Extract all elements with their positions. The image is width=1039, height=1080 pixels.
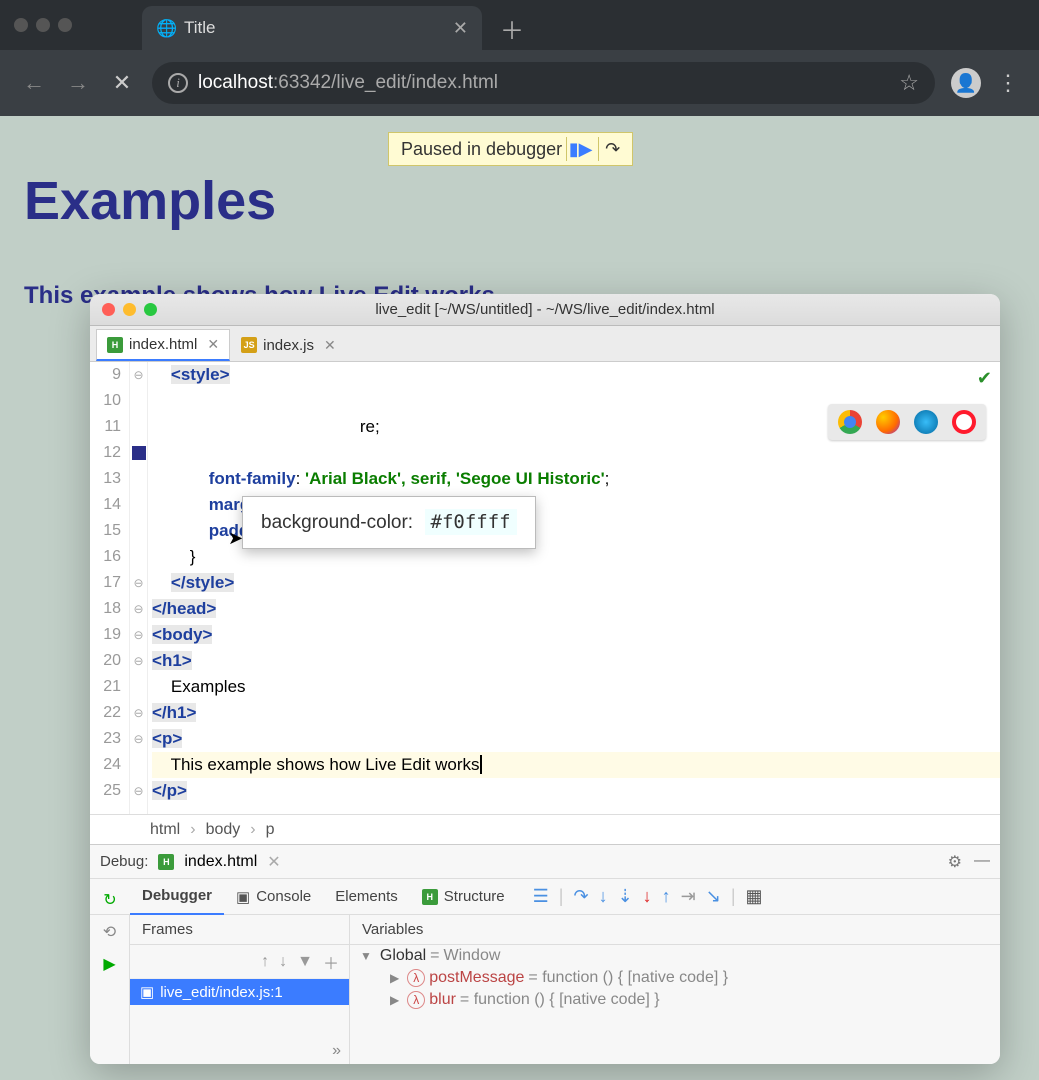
debug-tab-console[interactable]: ▣Console	[224, 879, 323, 915]
debug-tab-debugger[interactable]: Debugger	[130, 879, 224, 915]
tab-close-icon[interactable]: ✕	[207, 336, 219, 353]
step-into-icon[interactable]: ↓	[599, 886, 608, 907]
lambda-icon: λ	[407, 991, 425, 1009]
open-in-safari-icon[interactable]	[914, 410, 938, 434]
step-over-icon[interactable]: ↷	[573, 886, 588, 907]
nav-bar: ← → ✕ i localhost:63342/live_edit/index.…	[0, 50, 1039, 116]
var-blur[interactable]: ▶λ blur = function () { [native code] }	[350, 989, 1000, 1011]
editor-tabs: H index.html ✕ JS index.js ✕	[90, 326, 1000, 362]
profile-icon[interactable]: 👤	[951, 68, 981, 98]
browser-menu-icon[interactable]: ⋮	[997, 70, 1019, 96]
html-file-icon: H	[107, 337, 123, 353]
breadcrumb-item[interactable]: html	[150, 821, 180, 839]
frame-filter-icon[interactable]: ▼	[297, 953, 313, 971]
bookmark-icon[interactable]: ☆	[899, 70, 919, 96]
threads-icon[interactable]: ☰	[533, 886, 549, 907]
var-postmessage[interactable]: ▶λ postMessage = function () { [native c…	[350, 967, 1000, 989]
url-text: localhost:63342/live_edit/index.html	[198, 72, 498, 94]
fold-column[interactable]: ⊖⊖⊖⊖⊖⊖⊖⊖	[130, 362, 148, 814]
frame-down-icon[interactable]: ↓	[279, 953, 287, 971]
resume-icon[interactable]: ▶	[99, 953, 121, 975]
debug-tabs: ↻ Debugger ▣Console Elements HStructure …	[90, 879, 1000, 915]
debug-tab-structure[interactable]: HStructure	[410, 879, 517, 915]
color-swatch: #f0ffff	[425, 509, 517, 535]
address-bar[interactable]: i localhost:63342/live_edit/index.html ☆	[152, 62, 935, 104]
debug-header: Debug: H index.html ✕ ⚙ —	[90, 845, 1000, 879]
ide-window: live_edit [~/WS/untitled] - ~/WS/live_ed…	[90, 294, 1000, 1064]
browser-chrome: 🌐 Title ✕ ＋ ← → ✕ i localhost:63342/live…	[0, 0, 1039, 116]
step-out-icon[interactable]: ↑	[662, 886, 671, 907]
step-into-my-icon[interactable]: ↓	[643, 886, 652, 907]
new-tab-button[interactable]: ＋	[500, 11, 524, 46]
drop-frame-icon[interactable]: ↘	[706, 886, 721, 907]
breadcrumb-item[interactable]: p	[266, 821, 275, 839]
browser-tab[interactable]: 🌐 Title ✕	[142, 6, 482, 50]
window-max-dot[interactable]	[58, 18, 72, 32]
open-in-browser-toolbar	[828, 404, 986, 440]
ide-max-dot[interactable]	[144, 303, 157, 316]
favicon-icon: 🌐	[156, 19, 174, 37]
debug-config-name: index.html	[184, 853, 257, 871]
debug-minimize-icon[interactable]: —	[974, 852, 990, 872]
back-button[interactable]: ←	[20, 70, 48, 96]
page-heading: Examples	[24, 170, 1015, 232]
editor-tab-index-html[interactable]: H index.html ✕	[96, 329, 230, 361]
debug-tab-elements[interactable]: Elements	[323, 879, 410, 915]
frames-header: Frames	[130, 915, 349, 945]
debugger-resume-icon[interactable]: ▮▶	[566, 137, 594, 161]
debugger-step-icon[interactable]: ↷	[598, 137, 626, 161]
evaluate-icon[interactable]: ▦	[746, 886, 763, 907]
tab-bar: 🌐 Title ✕ ＋	[0, 0, 1039, 50]
frame-file-icon: ▣	[140, 983, 154, 1001]
breadcrumb-item[interactable]: body	[206, 821, 241, 839]
frame-up-icon[interactable]: ↑	[261, 953, 269, 971]
tab-close-icon[interactable]: ✕	[453, 18, 468, 39]
inspection-ok-icon[interactable]: ✔	[977, 368, 992, 389]
code-editor[interactable]: ✔ ➤ background-color: #f0ffff 9 10 11 12…	[90, 362, 1000, 814]
ide-title: live_edit [~/WS/untitled] - ~/WS/live_ed…	[90, 301, 1000, 318]
run-to-cursor-icon[interactable]: ⇥	[681, 886, 696, 907]
debug-label: Debug:	[100, 853, 148, 870]
debugger-banner-text: Paused in debugger	[401, 139, 562, 160]
editor-tab-index-js[interactable]: JS index.js ✕	[230, 329, 347, 361]
open-in-firefox-icon[interactable]	[876, 410, 900, 434]
debug-side-controls: ⟲ ▶	[90, 915, 130, 1064]
gutter-color-swatch[interactable]	[132, 446, 146, 460]
debug-config-close-icon[interactable]: ✕	[267, 852, 280, 872]
open-in-opera-icon[interactable]	[952, 410, 976, 434]
rerun-icon[interactable]: ↻	[99, 889, 121, 911]
breadcrumbs[interactable]: html › body › p	[90, 814, 1000, 844]
debugger-paused-banner: Paused in debugger ▮▶ ↷	[388, 132, 633, 166]
forward-button[interactable]: →	[64, 70, 92, 96]
site-info-icon[interactable]: i	[168, 73, 188, 93]
frames-pane: Frames ↑ ↓ ▼ ＋ ▣ live_edit/index.js:1 »	[130, 915, 350, 1064]
tab-title: Title	[184, 18, 216, 38]
rerun-icon2[interactable]: ⟲	[99, 921, 121, 943]
var-global[interactable]: ▼ Global = Window	[350, 945, 1000, 967]
variables-header: Variables	[350, 915, 1000, 945]
js-file-icon: JS	[241, 337, 257, 353]
debug-panel: Debug: H index.html ✕ ⚙ — ↻ Debugger ▣Co…	[90, 844, 1000, 1064]
frame-add-icon[interactable]: ＋	[323, 950, 339, 974]
debug-settings-icon[interactable]: ⚙	[948, 852, 962, 872]
lambda-icon: λ	[407, 969, 425, 987]
ide-titlebar[interactable]: live_edit [~/WS/untitled] - ~/WS/live_ed…	[90, 294, 1000, 326]
ide-close-dot[interactable]	[102, 303, 115, 316]
window-close-dot[interactable]	[14, 18, 28, 32]
force-step-into-icon[interactable]: ⇣	[618, 886, 633, 907]
tab-close-icon[interactable]: ✕	[324, 337, 336, 354]
mouse-cursor-icon: ➤	[228, 528, 243, 549]
line-gutter: 9 10 11 12 13 14 15 16 17 18 19 20 21 22…	[90, 362, 130, 814]
frame-row[interactable]: ▣ live_edit/index.js:1	[130, 979, 349, 1005]
run-config-icon: H	[158, 854, 174, 870]
stop-reload-button[interactable]: ✕	[108, 70, 136, 96]
open-in-chrome-icon[interactable]	[838, 410, 862, 434]
ide-min-dot[interactable]	[123, 303, 136, 316]
variables-pane: Variables ▼ Global = Window ▶λ postMessa…	[350, 915, 1000, 1064]
frames-more-icon[interactable]: »	[130, 1038, 349, 1064]
window-min-dot[interactable]	[36, 18, 50, 32]
color-tooltip: background-color: #f0ffff	[242, 496, 536, 549]
page-content: Paused in debugger ▮▶ ↷ Examples This ex…	[0, 116, 1039, 1080]
structure-icon: H	[422, 889, 438, 905]
